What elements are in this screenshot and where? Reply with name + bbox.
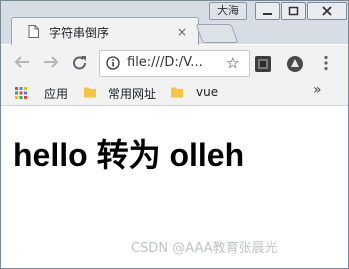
bookmark-folder-vue[interactable]: vue <box>196 85 218 99</box>
tab-close-icon[interactable]: × <box>177 25 187 39</box>
document-icon <box>28 25 39 38</box>
apps-grid-icon[interactable] <box>15 87 27 99</box>
reload-icon[interactable] <box>71 54 89 72</box>
forward-arrow-icon[interactable] <box>42 54 60 70</box>
maximize-button[interactable] <box>281 2 306 20</box>
url-text: file:///D:/V... <box>127 55 203 70</box>
folder-icon <box>171 87 183 98</box>
page-heading: hello 转为 olleh <box>13 137 245 173</box>
browser-window: 大海 字符串倒序 × file:///D:/V... ☆ 应用 常用网址 vue… <box>0 0 349 269</box>
minimize-button[interactable] <box>255 2 280 20</box>
bookmark-folder-common[interactable]: 常用网址 <box>108 85 156 102</box>
tab-title: 字符串倒序 <box>49 26 110 40</box>
new-tab-button[interactable] <box>195 24 239 43</box>
bookmark-star-icon[interactable]: ☆ <box>226 54 239 72</box>
toolbar: file:///D:/V... ☆ <box>1 45 348 81</box>
profile-badge[interactable]: 大海 <box>209 2 247 20</box>
bookmarks-overflow-icon[interactable]: » <box>313 82 322 98</box>
folder-icon <box>84 87 96 98</box>
bookmarks-bar: 应用 常用网址 vue » <box>1 81 348 106</box>
info-icon[interactable] <box>106 56 120 70</box>
back-arrow-icon[interactable] <box>13 54 31 70</box>
close-icon <box>322 6 332 16</box>
more-menu-icon[interactable] <box>323 55 329 71</box>
title-bar: 大海 字符串倒序 × <box>1 1 348 46</box>
maximize-icon <box>288 6 299 16</box>
bookmark-apps[interactable]: 应用 <box>44 85 68 102</box>
close-window-button[interactable] <box>307 2 347 20</box>
address-bar[interactable]: file:///D:/V... ☆ <box>99 50 250 77</box>
extension-icon[interactable] <box>255 56 271 72</box>
tab-active[interactable]: 字符串倒序 × <box>11 17 199 46</box>
watermark-text: CSDN @AAA教育张晨光 <box>131 241 278 256</box>
extension-round-icon[interactable] <box>286 55 304 73</box>
minimize-icon <box>263 13 272 15</box>
